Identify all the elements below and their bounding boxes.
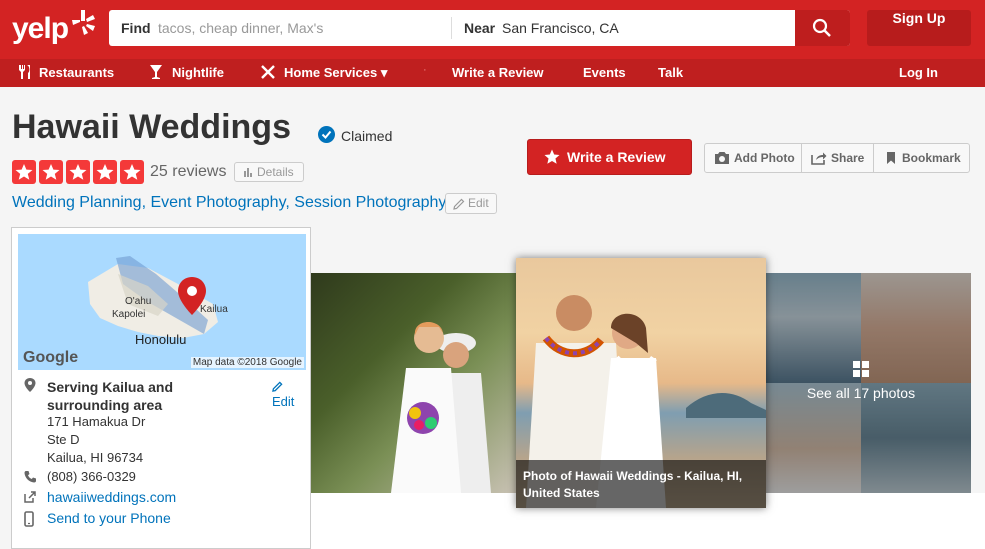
find-label: Find	[121, 20, 151, 36]
share-icon	[811, 152, 827, 165]
category-link[interactable]: Wedding Planning	[12, 194, 142, 211]
bar-chart-icon	[244, 168, 252, 177]
mobile-phone-icon	[24, 511, 34, 527]
nav-write-review[interactable]: Write a Review	[452, 65, 544, 80]
nav-login[interactable]: Log In	[899, 65, 938, 80]
edit-label: Edit	[468, 196, 489, 210]
map-pin-icon[interactable]	[176, 276, 208, 316]
write-review-button[interactable]: Write a Review	[527, 139, 692, 175]
address-line: 171 Hamakua Dr	[47, 414, 146, 429]
photo-grid[interactable]: See all 17 photos	[766, 273, 971, 493]
yelp-logo[interactable]: yelp	[12, 8, 95, 50]
photo-couple-beach[interactable]: Photo of Hawaii Weddings - Kailua, HI, U…	[516, 258, 766, 508]
grid-icon	[853, 361, 869, 377]
add-photo-button[interactable]: Add Photo	[705, 144, 801, 172]
business-name: Hawaii Weddings	[12, 108, 291, 146]
nav-nightlife[interactable]: Nightlife	[172, 65, 224, 80]
photo-couple-forest[interactable]	[311, 273, 516, 493]
claimed-label: Claimed	[341, 128, 393, 144]
phone-icon	[24, 471, 36, 483]
nav-events[interactable]: Events	[583, 65, 626, 80]
phone-number: (808) 366-0329	[47, 469, 136, 484]
map-label-kapolei: Kapolei	[112, 309, 146, 320]
logo-text: yelp	[12, 12, 69, 45]
address-line: Kailua, HI 96734	[47, 450, 144, 465]
star-icon	[544, 149, 560, 164]
top-bar: yelp Find tacos, cheap dinner, Max's Nea…	[0, 0, 985, 59]
website-link[interactable]: hawaiiweddings.com	[47, 489, 176, 505]
map-label-oahu: O'ahu	[125, 296, 152, 307]
service-area: Serving Kailua and surrounding area	[47, 379, 174, 413]
category-separator: ,	[285, 194, 290, 211]
edit-categories-button[interactable]: Edit	[445, 193, 497, 214]
yelp-burst-icon	[72, 10, 95, 35]
camera-icon	[715, 152, 729, 164]
find-input[interactable]: tacos, cheap dinner, Max's	[158, 20, 323, 36]
location-pin-icon	[24, 378, 36, 392]
nav-separator: ·	[423, 64, 427, 76]
couple-photo-illustration	[391, 321, 491, 493]
restaurants-icon	[19, 65, 30, 79]
star-3	[66, 160, 90, 184]
photo-caption: Photo of Hawaii Weddings - Kailua, HI, U…	[516, 460, 766, 508]
see-all-photos-overlay[interactable]: See all 17 photos	[766, 273, 971, 493]
search-divider	[451, 17, 452, 39]
see-all-photos-link[interactable]: See all 17 photos	[766, 385, 956, 401]
map-credit: Map data ©2018 Google	[190, 357, 304, 368]
claimed-check-icon	[318, 126, 335, 143]
nav-home-services[interactable]: Home Services ▾	[284, 65, 387, 81]
edit-location-label: Edit	[272, 394, 295, 409]
send-to-phone-link[interactable]: Send to your Phone	[47, 510, 171, 526]
star-2	[39, 160, 63, 184]
nav-restaurants[interactable]: Restaurants	[39, 65, 114, 80]
signup-button[interactable]: Sign Up	[867, 10, 971, 46]
pencil-icon	[272, 381, 283, 392]
address-line: Ste D	[47, 432, 80, 447]
share-label: Share	[831, 151, 865, 165]
bookmark-label: Bookmark	[902, 151, 961, 165]
details-label: Details	[257, 165, 294, 179]
location-card: O'ahu Kapolei Honolulu Kailua Google Map…	[11, 227, 311, 549]
map[interactable]: O'ahu Kapolei Honolulu Kailua Google Map…	[18, 234, 306, 370]
search-icon	[812, 18, 831, 37]
category-link[interactable]: Event Photography	[150, 194, 285, 211]
pencil-icon	[453, 198, 465, 210]
share-button[interactable]: Share	[802, 144, 873, 172]
star-5	[120, 160, 144, 184]
google-logo: Google	[23, 349, 79, 366]
details-button[interactable]: Details	[234, 162, 304, 182]
search-bar: Find tacos, cheap dinner, Max's Near San…	[109, 10, 850, 46]
home-services-icon	[261, 65, 275, 79]
near-label: Near	[464, 20, 496, 36]
category-nav: Restaurants Nightlife Home Services ▾ · …	[0, 59, 985, 87]
nightlife-icon	[150, 65, 162, 79]
bookmark-icon	[887, 152, 895, 164]
external-link-icon	[24, 491, 36, 503]
near-input[interactable]: San Francisco, CA	[502, 20, 619, 36]
add-photo-label: Add Photo	[734, 151, 795, 165]
review-count[interactable]: 25 reviews	[150, 163, 226, 181]
category-list: Wedding Planning, Event Photography, Ses…	[12, 194, 446, 212]
category-separator: ,	[141, 194, 147, 211]
star-4	[93, 160, 117, 184]
edit-location-link[interactable]: Edit	[272, 379, 304, 409]
action-button-group: Add Photo Share Bookmark	[704, 143, 970, 173]
map-label-honolulu: Honolulu	[135, 332, 187, 347]
write-review-label: Write a Review	[567, 149, 666, 165]
star-1	[12, 160, 36, 184]
nav-talk[interactable]: Talk	[658, 65, 683, 80]
bookmark-button[interactable]: Bookmark	[874, 144, 969, 172]
category-link[interactable]: Session Photography	[294, 194, 446, 211]
search-button[interactable]	[795, 10, 850, 46]
